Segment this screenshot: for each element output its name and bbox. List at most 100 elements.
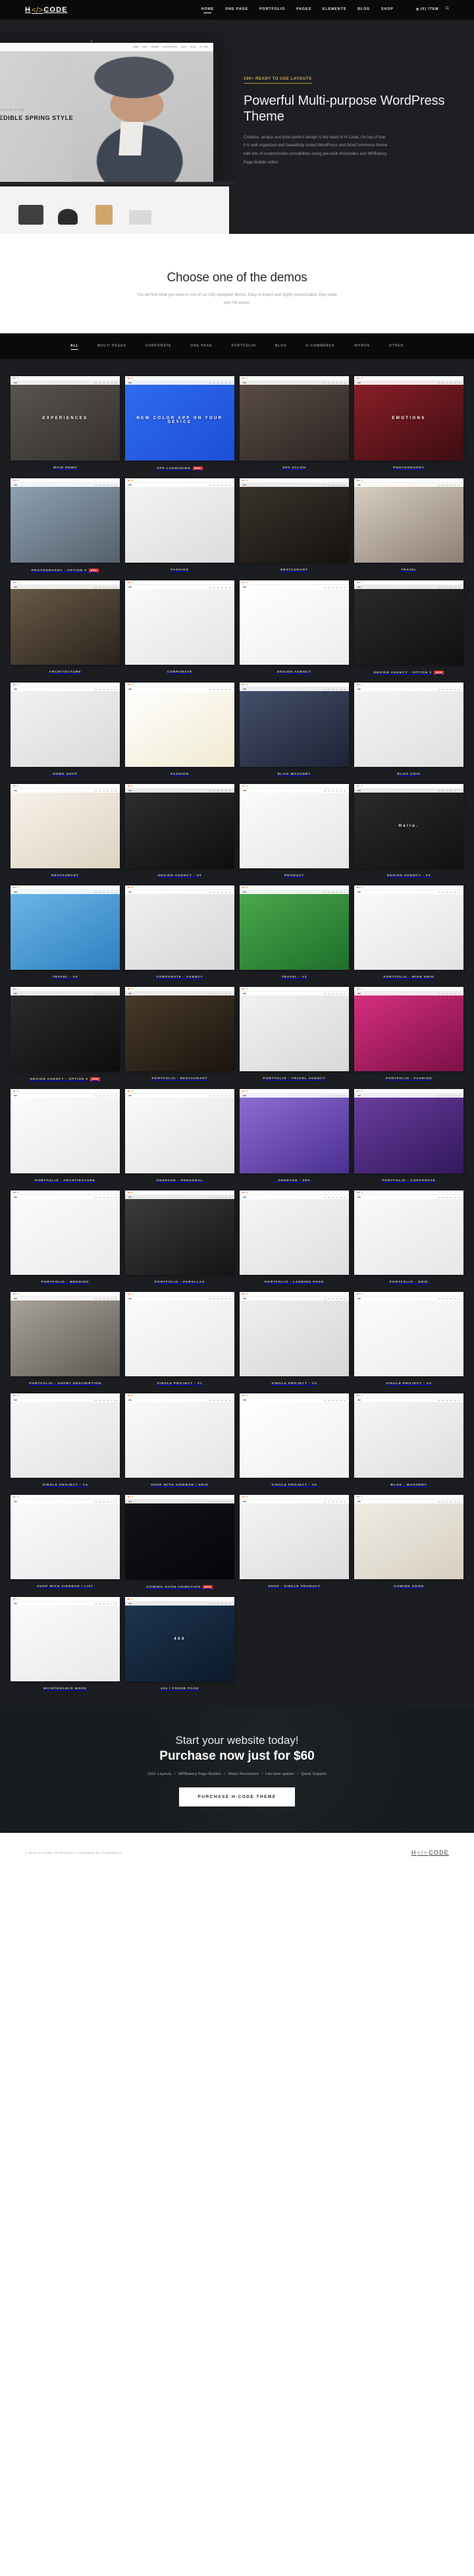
demo-card[interactable]: FASHION bbox=[125, 683, 234, 776]
filter-corporate[interactable]: CORPORATE bbox=[145, 344, 172, 350]
search-button[interactable] bbox=[445, 6, 450, 14]
nav-item-portfolio[interactable]: PORTFOLIO bbox=[259, 7, 285, 13]
demo-card[interactable]: PORTFOLIO - TRAVEL AGENCY bbox=[240, 987, 349, 1081]
demo-card[interactable]: SHOP WITH SIDEBAR / LIST bbox=[11, 1495, 120, 1589]
preview-nav bbox=[354, 1297, 463, 1301]
demo-card[interactable]: SHOP WITH SIDEBAR / GRID bbox=[125, 1393, 234, 1487]
demo-card[interactable]: SINGLE PROJECT - V2 bbox=[240, 1292, 349, 1386]
demo-card[interactable]: DESIGN AGENCY - V3 bbox=[125, 784, 234, 878]
browser-dot-icon bbox=[132, 887, 134, 889]
demo-card[interactable]: SINGLE PROJECT - V5 bbox=[240, 1393, 349, 1487]
demo-card[interactable]: MAINTENANCE MODE bbox=[11, 1597, 120, 1691]
demo-card[interactable]: PORTFOLIO - RESTAURANT bbox=[125, 987, 234, 1081]
filter-multi-pages[interactable]: MULTI PAGES bbox=[97, 344, 126, 350]
preview-nav-item bbox=[324, 891, 326, 893]
demo-card[interactable]: PHOTOGRAPHY - OPTION 2 NEW bbox=[11, 478, 120, 573]
preview-logo bbox=[14, 382, 17, 384]
demo-card[interactable]: TRAVEL - V3 bbox=[240, 885, 349, 979]
purchase-button[interactable]: PURCHASE H-CODE THEME bbox=[179, 1787, 295, 1807]
demo-thumbnail bbox=[354, 1393, 463, 1478]
demo-preview-image bbox=[11, 1297, 120, 1377]
demo-card[interactable]: PORTFOLIO - FASHION bbox=[354, 987, 463, 1081]
browser-chrome-bar bbox=[354, 1089, 463, 1094]
filter-intros[interactable]: INTROS bbox=[354, 344, 370, 350]
demo-label: TRAVEL bbox=[354, 569, 463, 572]
demo-card[interactable]: EMOTIONS PHOTOGRAPHY bbox=[354, 376, 463, 470]
demo-card[interactable]: ARCHITECTURE bbox=[11, 580, 120, 675]
footer-logo[interactable]: H </> CODE bbox=[411, 1849, 449, 1856]
browser-dot-icon bbox=[361, 1293, 363, 1295]
demo-card[interactable]: PORTFOLIO - WEDDING bbox=[11, 1190, 120, 1284]
demo-card[interactable]: DESIGN AGENCY bbox=[240, 580, 349, 675]
demo-card[interactable]: PORTFOLIO - ARCHITECTURE bbox=[11, 1089, 120, 1183]
demo-card[interactable]: RESTAURANT bbox=[240, 478, 349, 573]
demo-card[interactable]: SHOP - SINGLE PRODUCT bbox=[240, 1495, 349, 1589]
nav-item-one-page[interactable]: ONE PAGE bbox=[225, 7, 248, 13]
demo-card[interactable]: BLOG MASONRY bbox=[240, 683, 349, 776]
filter-all[interactable]: ALL bbox=[70, 344, 78, 350]
nav-item-pages[interactable]: PAGES bbox=[296, 7, 311, 13]
filter-other[interactable]: OTHER bbox=[389, 344, 404, 350]
cart-button[interactable]: (0) ITEM bbox=[415, 7, 439, 13]
preview-nav bbox=[11, 789, 120, 793]
demo-card[interactable]: Hello. DESIGN AGENCY - V4 bbox=[354, 784, 463, 878]
demo-card[interactable]: ONEPAGE - SPA bbox=[240, 1089, 349, 1183]
demo-card[interactable]: SPA SALON bbox=[240, 376, 349, 470]
demo-preview-image bbox=[354, 992, 463, 1072]
demo-thumbnail bbox=[354, 683, 463, 768]
demo-card[interactable]: 404 404 / FOUND PAGE bbox=[125, 1597, 234, 1691]
demo-card[interactable]: TRAVEL bbox=[354, 478, 463, 573]
demo-preview-image bbox=[11, 483, 120, 563]
demo-card[interactable]: CORPORATE - AGENCY bbox=[125, 885, 234, 979]
demo-card[interactable]: COMING SOON bbox=[354, 1495, 463, 1589]
preview-nav-item bbox=[332, 484, 334, 486]
demo-card[interactable]: COMING SOON ANIMATION NEW bbox=[125, 1495, 234, 1590]
browser-dot-icon bbox=[17, 1293, 19, 1295]
filter-one-page[interactable]: ONE PAGE bbox=[190, 344, 212, 350]
demo-card[interactable]: SINGLE PROJECT - V1 bbox=[125, 1292, 234, 1386]
site-logo[interactable]: H </> CODE bbox=[25, 5, 68, 14]
demo-thumbnail bbox=[11, 683, 120, 768]
demo-label: TRAVEL - V2 bbox=[11, 976, 120, 979]
demo-card[interactable]: PRODUCT bbox=[240, 784, 349, 878]
filter-e-commerce[interactable]: E-COMMERCE bbox=[306, 344, 335, 350]
demo-card[interactable]: BLOG GRID bbox=[354, 683, 463, 776]
demo-card[interactable]: PORTFOLIO - PARALLAX bbox=[125, 1190, 234, 1284]
demo-card[interactable]: DESIGN AGENCY - OPTION 5 NEW bbox=[11, 987, 120, 1082]
demo-thumbnail bbox=[125, 885, 234, 970]
filter-blog[interactable]: BLOG bbox=[275, 344, 287, 350]
demo-card[interactable]: BLOG - MASONRY bbox=[354, 1393, 463, 1487]
demo-card[interactable]: PORTFOLIO - CORPORATE bbox=[354, 1089, 463, 1183]
demo-card[interactable]: TRAVEL - V2 bbox=[11, 885, 120, 979]
nav-item-elements[interactable]: ELEMENTS bbox=[323, 7, 346, 13]
browser-dot-icon bbox=[128, 1496, 129, 1498]
demo-card[interactable]: ONEPAGE - PERSONAL bbox=[125, 1089, 234, 1183]
demo-card[interactable]: SINGLE PROJECT - V4 bbox=[11, 1393, 120, 1487]
demo-card[interactable]: NEW COLOR APP ON YOUR DEVICE APP LAUNCHIN… bbox=[125, 376, 234, 471]
demo-thumbnail bbox=[240, 987, 349, 1072]
demo-label: 404 / FOUND PAGE bbox=[125, 1687, 234, 1691]
nav-item-blog[interactable]: BLOG bbox=[357, 7, 370, 13]
demo-label: DESIGN AGENCY - V4 bbox=[354, 874, 463, 878]
filter-portfolio[interactable]: PORTFOLIO bbox=[232, 344, 256, 350]
demo-card[interactable]: PORTFOLIO - WIDE GRID bbox=[354, 885, 463, 979]
browser-dot-icon bbox=[246, 480, 248, 482]
demo-card[interactable]: SINGLE PROJECT - V3 bbox=[354, 1292, 463, 1386]
browser-dot-icon bbox=[13, 582, 14, 584]
nav-item-shop[interactable]: SHOP bbox=[381, 7, 394, 13]
preview-nav-item bbox=[446, 586, 448, 588]
demo-card[interactable]: PORTFOLIO - GRID bbox=[354, 1190, 463, 1284]
demo-card[interactable]: EXPERIENCES MAIN DEMO bbox=[11, 376, 120, 470]
preview-nav-item bbox=[225, 1196, 227, 1198]
demo-card[interactable]: DESIGN AGENCY - OPTION 2 NEW bbox=[354, 580, 463, 675]
preview-logo bbox=[243, 586, 246, 588]
demo-thumbnail bbox=[354, 478, 463, 563]
demo-card[interactable]: PORTFOLIO - LANDING PAGE bbox=[240, 1190, 349, 1284]
demo-card[interactable]: PORTFOLIO - SHORT DESCRIPTION bbox=[11, 1292, 120, 1386]
demo-card[interactable]: HOME SHOP bbox=[11, 683, 120, 776]
nav-item-home[interactable]: HOME bbox=[201, 7, 215, 13]
demo-card[interactable]: FASHION bbox=[125, 478, 234, 573]
browser-dot-icon bbox=[128, 988, 129, 990]
demo-card[interactable]: RESTAURANT bbox=[11, 784, 120, 878]
demo-card[interactable]: CORPORATE bbox=[125, 580, 234, 675]
